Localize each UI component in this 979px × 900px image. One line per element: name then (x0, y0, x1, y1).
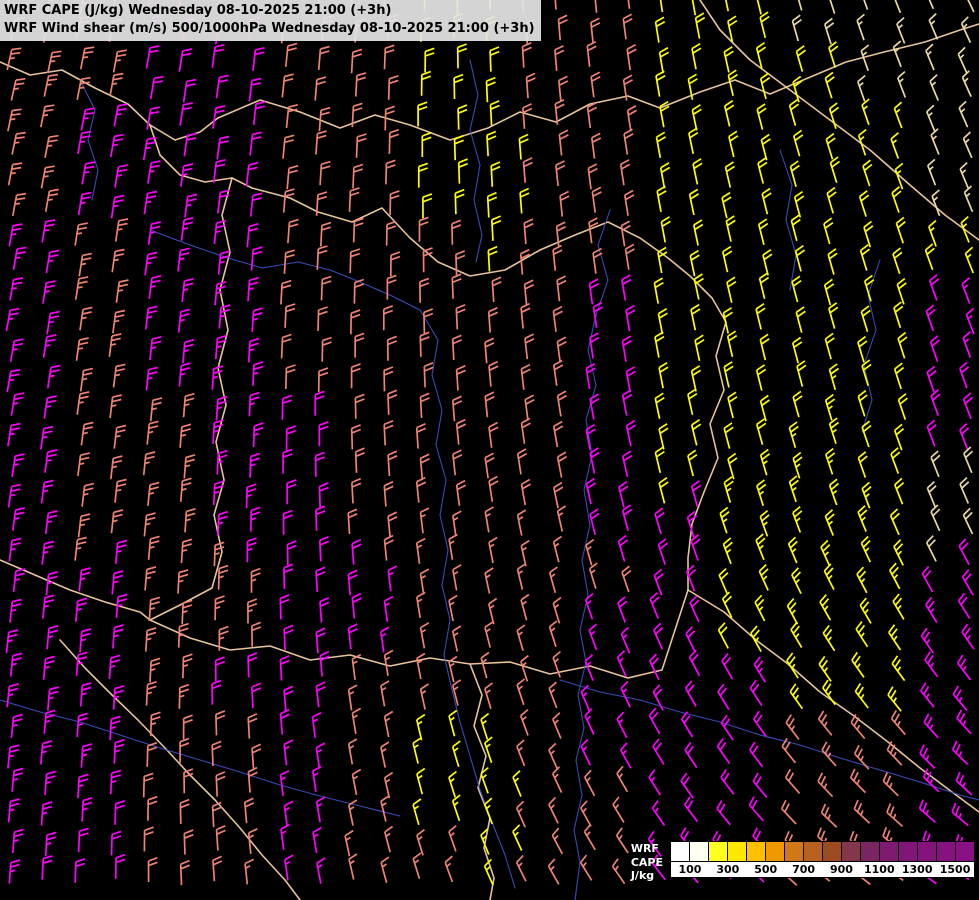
legend-color-cell (918, 842, 937, 861)
legend-tick-label: 1500 (936, 862, 974, 877)
title-line-cape: WRF CAPE (J/kg) Wednesday 08-10-2025 21:… (4, 2, 535, 20)
legend-color-cell (766, 842, 785, 861)
legend-tick-label: 1300 (898, 862, 936, 877)
legend-tick-label: 500 (747, 862, 785, 877)
legend-color-cell (937, 842, 956, 861)
legend-color-cell (823, 842, 842, 861)
legend-color-cell (880, 842, 899, 861)
legend-tick-label: 700 (785, 862, 823, 877)
legend-tick-label: 100 (671, 862, 709, 877)
legend-color-cell (709, 842, 728, 861)
legend-variable-label: CAPE (631, 856, 663, 870)
legend-tick-label: 1100 (860, 862, 898, 877)
legend-color-cell (728, 842, 747, 861)
legend-color-cell (956, 842, 974, 861)
cape-legend: WRF CAPE J/kg 10030050070090011001300150… (631, 841, 975, 883)
legend-colorbar-wrap: 100300500700900110013001500 (670, 841, 975, 878)
legend-tick-label: 300 (709, 862, 747, 877)
legend-tick-label: 900 (823, 862, 861, 877)
legend-colorbar (671, 842, 974, 861)
legend-tick-labels: 100300500700900110013001500 (671, 861, 974, 877)
legend-color-cell (785, 842, 804, 861)
legend-color-cell (804, 842, 823, 861)
legend-color-cell (861, 842, 880, 861)
weather-map (0, 0, 979, 900)
legend-color-cell (842, 842, 861, 861)
map-title-box: WRF CAPE (J/kg) Wednesday 08-10-2025 21:… (0, 0, 541, 41)
legend-color-cell (690, 842, 709, 861)
legend-color-cell (671, 842, 690, 861)
weather-map-stage: WRF CAPE (J/kg) Wednesday 08-10-2025 21:… (0, 0, 979, 900)
legend-variable-labels: WRF CAPE J/kg (631, 842, 663, 883)
legend-color-cell (899, 842, 918, 861)
legend-model-label: WRF (631, 842, 663, 856)
legend-color-cell (747, 842, 766, 861)
title-line-windshear: WRF Wind shear (m/s) 500/1000hPa Wednesd… (4, 20, 535, 38)
legend-units-label: J/kg (631, 869, 663, 883)
